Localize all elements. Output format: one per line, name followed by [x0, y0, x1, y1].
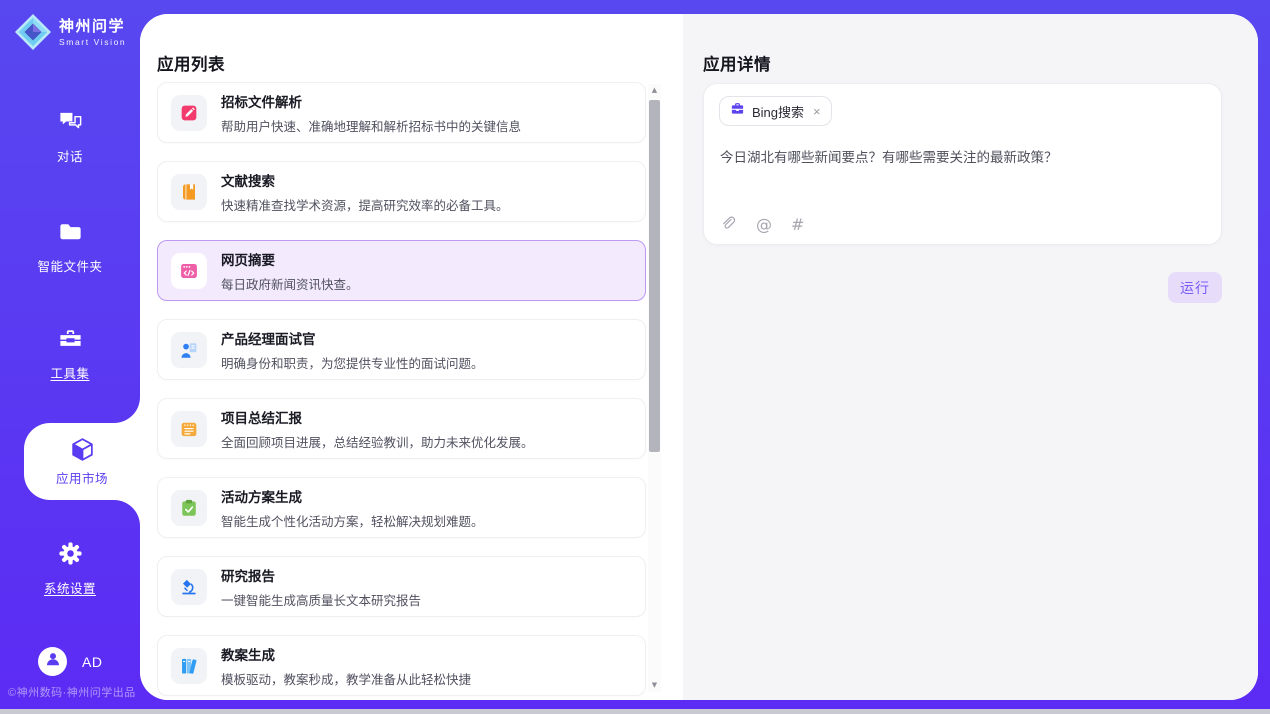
sidebar-item-应用市场[interactable]: 应用市场: [24, 423, 140, 500]
app-list-item-研究报告[interactable]: 研究报告 一键智能生成高质量长文本研究报告: [157, 556, 646, 617]
brand-subtitle: Smart Vision: [59, 37, 126, 47]
app-item-desc: 全面回顾项目进展，总结经验教训，助力未来优化发展。: [221, 432, 534, 451]
sidebar-item-label: 应用市场: [56, 468, 108, 487]
plugin-chip-label: Bing搜索: [752, 102, 804, 121]
sidebar-item-label: 智能文件夹: [0, 256, 140, 275]
app-list-panel: 应用列表 招标文件解析 帮助用户快速、准确地理解和解析招标书中的关键信息 文献搜…: [140, 14, 683, 700]
app-list-item-产品经理面试官[interactable]: 产品经理面试官 明确身份和职责，为您提供专业性的面试问题。: [157, 319, 646, 380]
person-icon: [43, 649, 63, 674]
app-list-item-招标文件解析[interactable]: 招标文件解析 帮助用户快速、准确地理解和解析招标书中的关键信息: [157, 82, 646, 143]
plugin-chip-bing[interactable]: Bing搜索 ×: [719, 96, 832, 126]
run-button[interactable]: 运行: [1168, 272, 1222, 303]
main-content: 应用列表 招标文件解析 帮助用户快速、准确地理解和解析招标书中的关键信息 文献搜…: [140, 14, 1258, 700]
copyright-text: ©神州数码·神州问学出品: [8, 684, 136, 700]
sidebar-item-智能文件夹[interactable]: 智能文件夹: [0, 218, 140, 275]
paperclip-icon[interactable]: [720, 216, 737, 233]
app-item-name: 文献搜索: [221, 170, 509, 190]
window-bottom-edge: [0, 709, 1270, 714]
app-list: 招标文件解析 帮助用户快速、准确地理解和解析招标书中的关键信息 文献搜索 快速精…: [157, 82, 646, 700]
briefcase-icon: [730, 101, 745, 121]
prompt-input[interactable]: 今日湖北有哪些新闻要点？有哪些需要关注的最新政策？: [720, 148, 1206, 169]
app-list-item-文献搜索[interactable]: 文献搜索 快速精准查找学术资源，提高研究效率的必备工具。: [157, 161, 646, 222]
app-list-item-活动方案生成[interactable]: 活动方案生成 智能生成个性化活动方案，轻松解决规划难题。: [157, 477, 646, 538]
app-item-desc: 智能生成个性化活动方案，轻松解决规划难题。: [221, 511, 484, 530]
diamond-logo-icon: [14, 13, 52, 51]
active-tab-curve-top: [114, 397, 140, 423]
app-item-name: 招标文件解析: [221, 91, 521, 111]
avatar[interactable]: [38, 647, 67, 676]
sidebar-item-对话[interactable]: 对话: [0, 108, 140, 165]
sidebar: 神州问学 Smart Vision 对话智能文件夹工具集应用市场系统设置 AD …: [0, 0, 140, 714]
toolbox-icon: [57, 325, 84, 352]
scroll-down-icon[interactable]: ▼: [648, 679, 661, 692]
clipboard-check-icon: [171, 490, 207, 526]
app-detail-title: 应用详情: [703, 51, 771, 75]
app-item-desc: 一键智能生成高质量长文本研究报告: [221, 590, 421, 609]
prompt-card: Bing搜索 × 今日湖北有哪些新闻要点？有哪些需要关注的最新政策？ @#: [703, 83, 1222, 245]
pen-square-icon: [171, 95, 207, 131]
app-item-desc: 帮助用户快速、准确地理解和解析招标书中的关键信息: [221, 116, 521, 135]
app-list-item-教案生成[interactable]: 教案生成 模板驱动，教案秒成，教学准备从此轻松快捷: [157, 635, 646, 696]
close-icon[interactable]: ×: [813, 104, 821, 119]
app-detail-panel: 应用详情 Bing搜索 × 今日湖北有哪些新闻要点？有哪些需要关注的最新政策？ …: [683, 14, 1258, 700]
sidebar-item-工具集[interactable]: 工具集: [0, 325, 140, 382]
app-item-desc: 明确身份和职责，为您提供专业性的面试问题。: [221, 353, 484, 372]
folder-icon: [57, 218, 84, 245]
interviewer-icon: [171, 332, 207, 368]
sidebar-item-label: 工具集: [0, 363, 140, 382]
app-list-scrollbar[interactable]: ▲ ▼: [648, 84, 661, 692]
user-initials: AD: [82, 654, 102, 670]
book-icon: [171, 174, 207, 210]
app-item-name: 产品经理面试官: [221, 328, 484, 348]
cube-icon: [69, 436, 96, 463]
app-item-desc: 每日政府新闻资讯快查。: [221, 274, 359, 293]
app-item-desc: 模板驱动，教案秒成，教学准备从此轻松快捷: [221, 669, 471, 688]
app-item-name: 研究报告: [221, 565, 421, 585]
note-icon: [171, 411, 207, 447]
sidebar-item-label: 系统设置: [0, 578, 140, 597]
sidebar-item-label: 对话: [0, 146, 140, 165]
app-item-desc: 快速精准查找学术资源，提高研究效率的必备工具。: [221, 195, 509, 214]
chat-icon: [57, 108, 84, 135]
scroll-up-icon[interactable]: ▲: [648, 84, 661, 97]
app-item-name: 教案生成: [221, 644, 471, 664]
app-item-name: 项目总结汇报: [221, 407, 534, 427]
app-list-item-项目总结汇报[interactable]: 项目总结汇报 全面回顾项目进展，总结经验教训，助力未来优化发展。: [157, 398, 646, 459]
microscope-icon: [171, 569, 207, 605]
at-icon[interactable]: @: [756, 216, 772, 233]
hash-icon[interactable]: #: [791, 216, 804, 233]
sidebar-item-系统设置[interactable]: 系统设置: [0, 540, 140, 597]
app-item-name: 活动方案生成: [221, 486, 484, 506]
active-tab-curve-bottom: [114, 500, 140, 526]
scrollbar-thumb[interactable]: [649, 100, 660, 452]
browser-code-icon: [171, 253, 207, 289]
brand-logo: 神州问学 Smart Vision: [14, 13, 126, 51]
brand-name: 神州问学: [59, 18, 126, 35]
app-item-name: 网页摘要: [221, 249, 359, 269]
gear-icon: [57, 540, 84, 567]
books-icon: [171, 648, 207, 684]
app-list-title: 应用列表: [157, 51, 225, 75]
app-list-item-网页摘要[interactable]: 网页摘要 每日政府新闻资讯快查。: [157, 240, 646, 301]
user-row[interactable]: AD: [38, 647, 102, 676]
prompt-toolbar: @#: [720, 216, 804, 233]
